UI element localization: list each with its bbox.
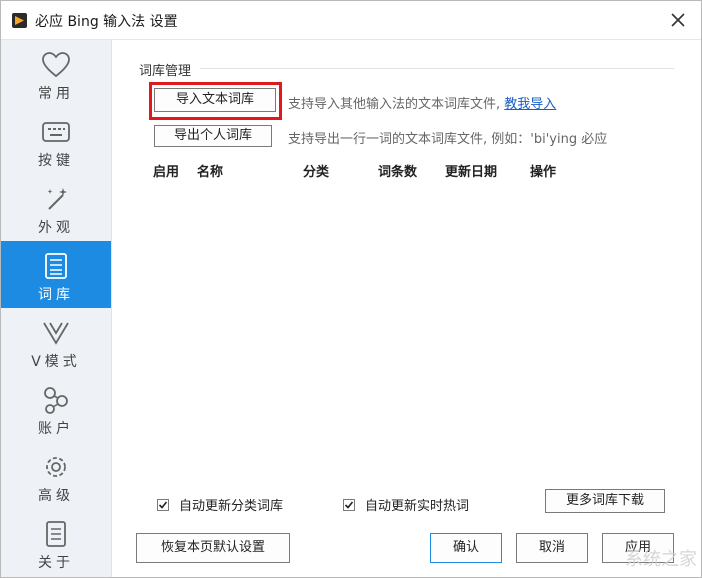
sidebar-item-about[interactable]: 关于 <box>1 509 111 576</box>
auto-update-hot-checkbox[interactable] <box>343 498 355 511</box>
auto-update-category-label: 自动更新分类词库 <box>179 499 284 514</box>
sidebar-item-label: V模式 <box>31 354 81 370</box>
sidebar-item-dictionary[interactable]: 词库 <box>1 241 111 308</box>
column-header-update-date: 更新日期 <box>445 165 498 180</box>
sidebar-item-label: 账户 <box>38 421 74 437</box>
import-description-text: 支持导入其他输入法的文本词库文件, <box>288 97 501 112</box>
gear-icon <box>42 452 70 482</box>
export-description: 支持导出一行一词的文本词库文件, 例如：'bi'ying 必应 <box>288 132 608 147</box>
auto-update-hot-option[interactable]: 自动更新实时热词 <box>343 495 469 514</box>
sidebar-item-keys[interactable]: 按键 <box>1 107 111 174</box>
checkmark-icon <box>344 500 354 509</box>
v-mode-icon <box>41 318 71 348</box>
section-title: 词库管理 <box>139 64 192 79</box>
import-text-dictionary-button[interactable]: 导入文本词库 <box>154 88 276 112</box>
close-icon <box>671 13 685 27</box>
sidebar-item-common[interactable]: 常用 <box>1 40 111 107</box>
sidebar-item-label: 高级 <box>38 488 74 504</box>
column-header-entry-count: 词条数 <box>378 165 418 180</box>
cancel-button[interactable]: 取消 <box>516 533 588 563</box>
window-title: 必应 Bing 输入法 设置 <box>35 14 178 30</box>
import-help-link[interactable]: 教我导入 <box>504 97 556 112</box>
checkmark-icon <box>158 500 168 509</box>
auto-update-category-option[interactable]: 自动更新分类词库 <box>157 495 283 514</box>
settings-window: 必应 Bing 输入法 设置 常用 按键 外观 词库 V模式 账户 高级 关于 … <box>0 0 702 578</box>
auto-update-category-checkbox[interactable] <box>157 498 169 511</box>
sidebar-item-label: 外观 <box>38 220 74 236</box>
bing-app-icon <box>12 13 27 28</box>
dictionary-panel: 词库管理 导入文本词库 支持导入其他输入法的文本词库文件, 教我导入 导出个人词… <box>112 40 701 577</box>
ok-button[interactable]: 确认 <box>430 533 502 563</box>
sidebar-item-appearance[interactable]: 外观 <box>1 174 111 241</box>
column-header-enable: 启用 <box>153 165 180 180</box>
sidebar-item-advanced[interactable]: 高级 <box>1 442 111 509</box>
column-header-action: 操作 <box>530 165 557 180</box>
title-bar: 必应 Bing 输入法 设置 <box>1 1 701 40</box>
more-dictionary-download-button[interactable]: 更多词库下载 <box>545 489 665 513</box>
sidebar-item-label: 常用 <box>38 86 74 102</box>
heart-icon <box>41 50 71 80</box>
column-header-name: 名称 <box>197 165 224 180</box>
sidebar-item-label: 关于 <box>38 555 74 571</box>
restore-defaults-button[interactable]: 恢复本页默认设置 <box>136 533 290 563</box>
magic-wand-icon <box>41 184 71 214</box>
keyboard-icon <box>41 117 71 147</box>
sidebar-item-account[interactable]: 账户 <box>1 375 111 442</box>
account-network-icon <box>41 385 71 415</box>
dictionary-icon <box>43 251 69 281</box>
auto-update-hot-label: 自动更新实时热词 <box>365 499 470 514</box>
watermark: 系统之家 <box>625 549 697 570</box>
import-description: 支持导入其他输入法的文本词库文件, 教我导入 <box>288 93 556 112</box>
export-personal-dictionary-button[interactable]: 导出个人词库 <box>154 125 272 147</box>
sidebar-item-label: 按键 <box>38 153 74 169</box>
section-divider <box>200 68 674 69</box>
close-button[interactable] <box>665 7 691 33</box>
column-header-category: 分类 <box>303 165 330 180</box>
document-icon <box>44 519 68 549</box>
sidebar: 常用 按键 外观 词库 V模式 账户 高级 关于 <box>1 40 112 577</box>
sidebar-item-v-mode[interactable]: V模式 <box>1 308 111 375</box>
sidebar-item-label: 词库 <box>38 287 74 303</box>
